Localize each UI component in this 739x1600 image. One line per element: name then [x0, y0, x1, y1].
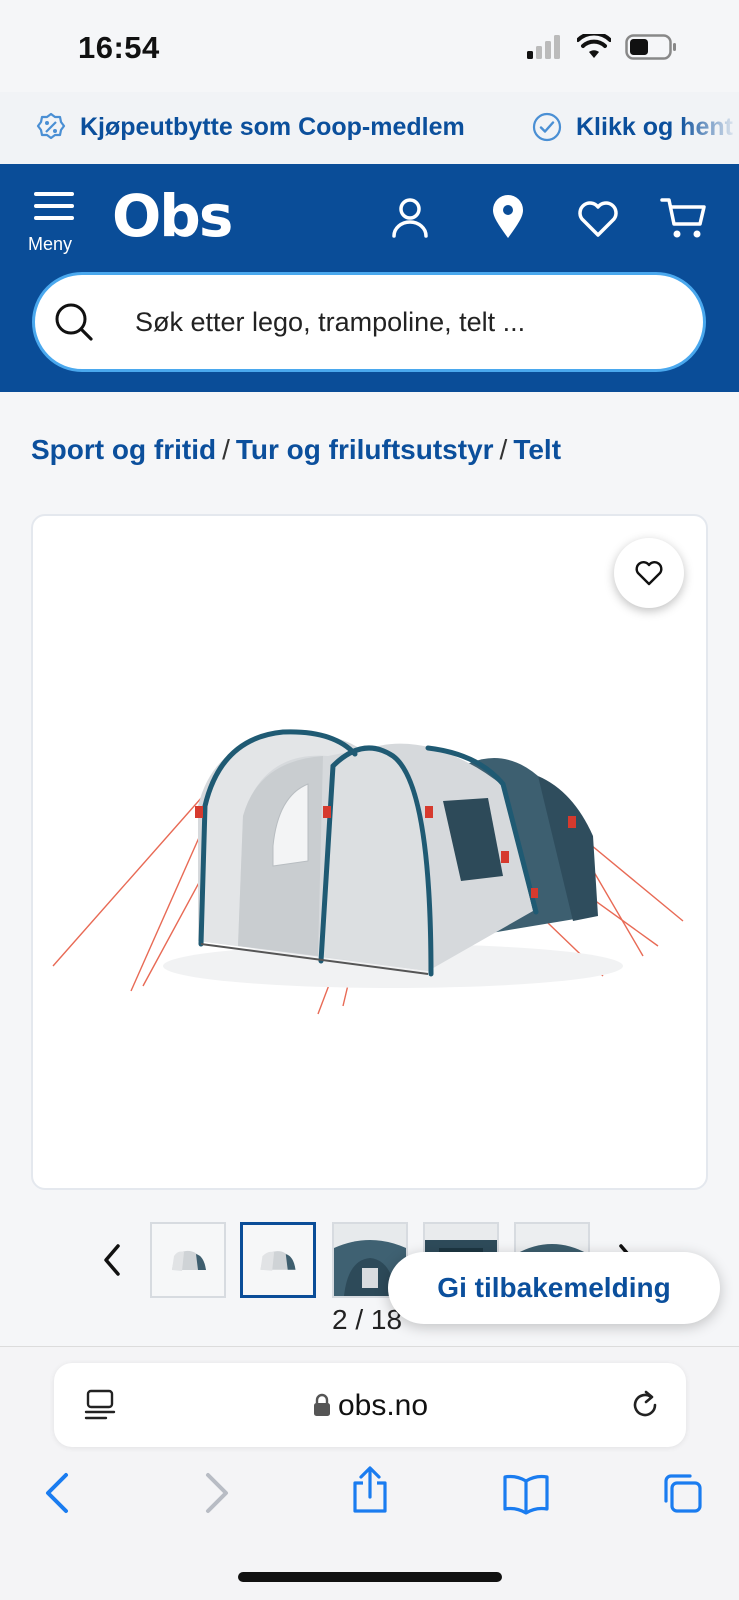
- cellular-signal-icon: [527, 35, 560, 59]
- cart-icon[interactable]: [660, 194, 708, 242]
- tabs-icon[interactable]: [660, 1471, 704, 1515]
- hamburger-icon: [34, 192, 74, 220]
- heart-outline-icon: [635, 561, 663, 586]
- promo-item-coop[interactable]: Kjøpeutbytte som Coop-medlem: [36, 112, 465, 142]
- heart-icon[interactable]: [574, 194, 622, 242]
- feedback-button[interactable]: Gi tilbakemelding: [388, 1252, 720, 1324]
- search-input[interactable]: Søk etter lego, trampoline, telt ...: [32, 272, 706, 372]
- back-icon[interactable]: [40, 1471, 76, 1515]
- promo-fade: [679, 92, 739, 164]
- tent-thumbnail-image: [243, 1225, 313, 1295]
- thumbnail-1[interactable]: [150, 1222, 226, 1298]
- lock-icon: [313, 1393, 330, 1416]
- menu-label: Meny: [28, 234, 73, 254]
- search-icon: [55, 303, 93, 341]
- battery-icon: [625, 34, 676, 60]
- forward-icon[interactable]: [198, 1471, 234, 1515]
- status-bar: 16:54: [0, 0, 739, 92]
- tent-thumbnail-image: [152, 1224, 224, 1296]
- breadcrumb-item-sport[interactable]: Sport og fritid: [31, 434, 216, 465]
- product-image-card[interactable]: [31, 514, 708, 1190]
- status-time: 16:54: [78, 30, 160, 65]
- breadcrumb-item-tur[interactable]: Tur og friluftsutstyr: [236, 434, 494, 465]
- wifi-icon: [577, 34, 611, 58]
- percent-badge-icon: [36, 112, 66, 140]
- url-text: obs.no: [337, 1389, 429, 1422]
- breadcrumb-separator: /: [499, 434, 508, 465]
- status-icons: [527, 34, 677, 60]
- thumbnail-2[interactable]: [240, 1222, 316, 1298]
- tent-product-image: [52, 729, 684, 1015]
- obs-logo[interactable]: Obs: [112, 182, 233, 250]
- breadcrumb: Sport og fritid / Tur og friluftsutstyr / Te…: [31, 434, 561, 466]
- breadcrumb-separator: /: [222, 434, 230, 465]
- gallery-pager: 2 / 18: [332, 1304, 403, 1335]
- promo-label-coop: Kjøpeutbytte som Coop-medlem: [80, 112, 465, 141]
- bookmarks-icon[interactable]: [502, 1471, 550, 1515]
- home-indicator: [238, 1572, 502, 1582]
- chevron-left-icon[interactable]: [100, 1242, 124, 1278]
- check-circle-icon: [532, 112, 562, 142]
- url-display: obs.no: [54, 1389, 686, 1423]
- user-icon[interactable]: [386, 194, 434, 242]
- promo-strip: Kjøpeutbytte som Coop-medlem Klikk og he…: [0, 92, 739, 164]
- browser-toolbar: obs.no: [0, 1346, 739, 1600]
- site-header: Meny Obs Søk etter lego, trampoline, tel…: [0, 164, 739, 392]
- search-placeholder: Søk etter lego, trampoline, telt ...: [135, 307, 526, 337]
- address-bar[interactable]: obs.no: [54, 1363, 686, 1447]
- location-pin-icon[interactable]: [484, 194, 532, 242]
- breadcrumb-item-telt[interactable]: Telt: [513, 434, 561, 465]
- share-icon[interactable]: [349, 1465, 391, 1515]
- reload-icon[interactable]: [628, 1388, 662, 1422]
- favorite-button[interactable]: [614, 538, 684, 608]
